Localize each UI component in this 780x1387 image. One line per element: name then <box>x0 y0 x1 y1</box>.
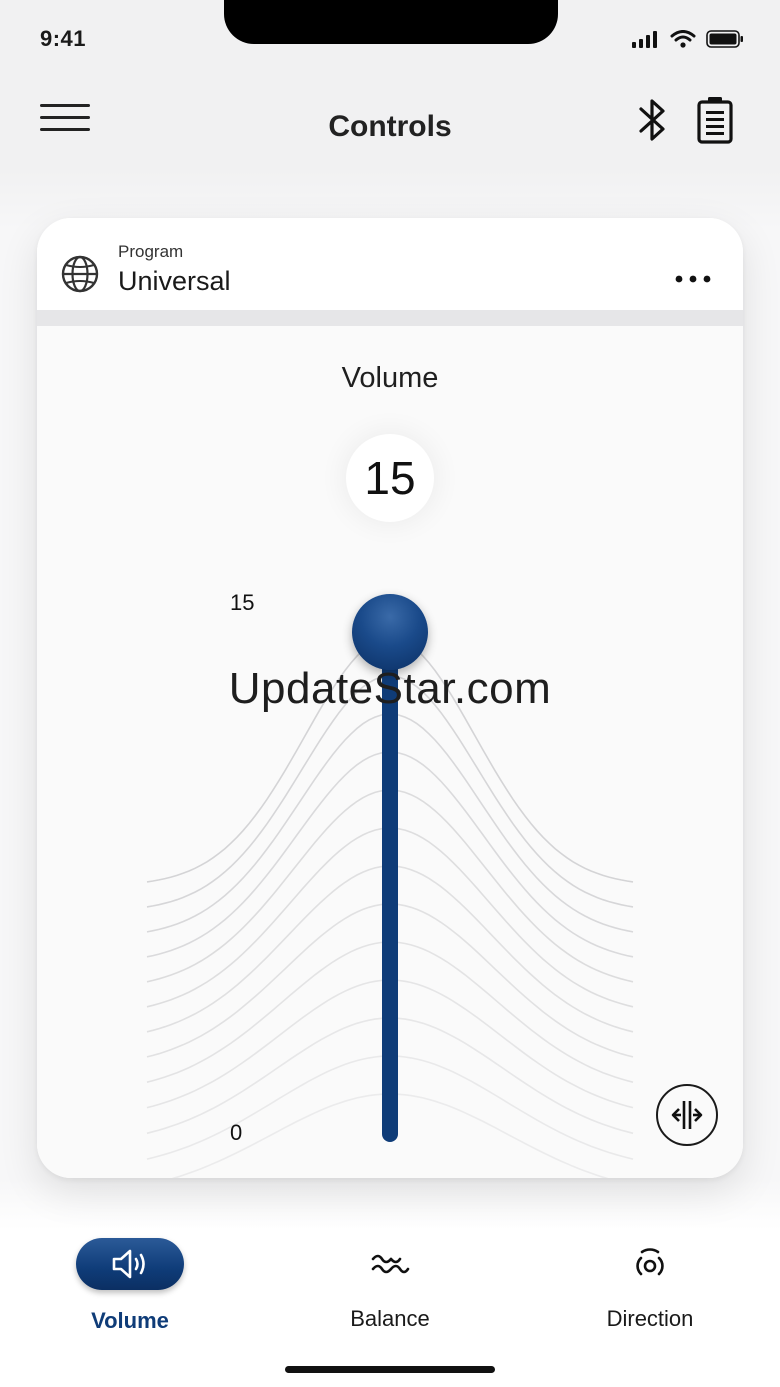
tab-balance-label: Balance <box>350 1306 430 1331</box>
status-icons <box>632 30 744 48</box>
program-selector[interactable]: Program Universal <box>37 218 743 310</box>
volume-title: Volume <box>341 362 439 394</box>
more-icon[interactable] <box>673 264 713 294</box>
split-icon <box>671 1101 703 1129</box>
notch <box>224 0 558 44</box>
bluetooth-button[interactable] <box>636 94 668 146</box>
tab-volume-label: Volume <box>91 1308 169 1333</box>
tab-volume-pill <box>76 1238 184 1290</box>
tab-balance-icon-wrap <box>360 1238 420 1290</box>
volume-max-label: 15 <box>230 590 255 615</box>
status-battery-icon <box>706 30 743 48</box>
tab-balance[interactable]: Balance <box>300 1238 480 1338</box>
direction-icon <box>636 1248 664 1276</box>
tab-direction-icon-wrap <box>620 1238 680 1290</box>
controls-card: Program Universal Volume 15 15 0 UpdateS… <box>37 218 743 1178</box>
battery-button[interactable] <box>696 95 734 145</box>
volume-min-label: 0 <box>230 1120 243 1145</box>
signal-icon <box>632 31 657 48</box>
speaker-icon <box>112 1249 145 1279</box>
balance-icon <box>371 1254 410 1274</box>
program-label: Program <box>118 242 184 261</box>
volume-panel: Volume 15 15 0 UpdateStar.com <box>37 326 743 1178</box>
program-value: Universal <box>118 266 231 296</box>
split-volume-button[interactable] <box>656 1084 718 1146</box>
volume-slider-thumb[interactable] <box>352 594 428 670</box>
watermark: UpdateStar.com <box>228 664 552 713</box>
status-time: 9:41 <box>40 26 87 51</box>
battery-icon <box>697 97 733 144</box>
home-indicator <box>285 1366 495 1373</box>
globe-icon <box>61 255 99 293</box>
wifi-icon <box>670 30 696 48</box>
tab-volume[interactable]: Volume <box>40 1238 220 1338</box>
bluetooth-icon <box>639 99 665 141</box>
section-divider <box>37 310 743 326</box>
tab-direction[interactable]: Direction <box>560 1238 740 1338</box>
tab-direction-label: Direction <box>606 1306 694 1331</box>
hamburger-icon <box>40 104 90 107</box>
volume-value: 15 <box>346 434 434 522</box>
